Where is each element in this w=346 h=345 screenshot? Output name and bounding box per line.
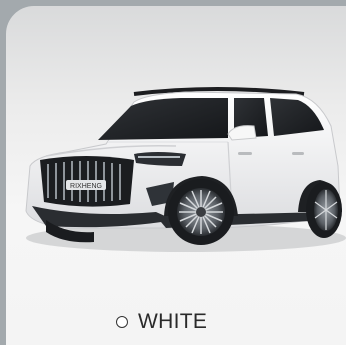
- grille-badge-text: RIXHENG: [70, 183, 102, 190]
- color-option-white[interactable]: WHITE: [116, 302, 207, 342]
- color-option-label: WHITE: [138, 310, 208, 333]
- color-radio-icon[interactable]: [116, 316, 128, 328]
- car-image: RIXHENG: [25, 87, 346, 252]
- product-card: RIXHENG WHITE: [6, 6, 346, 345]
